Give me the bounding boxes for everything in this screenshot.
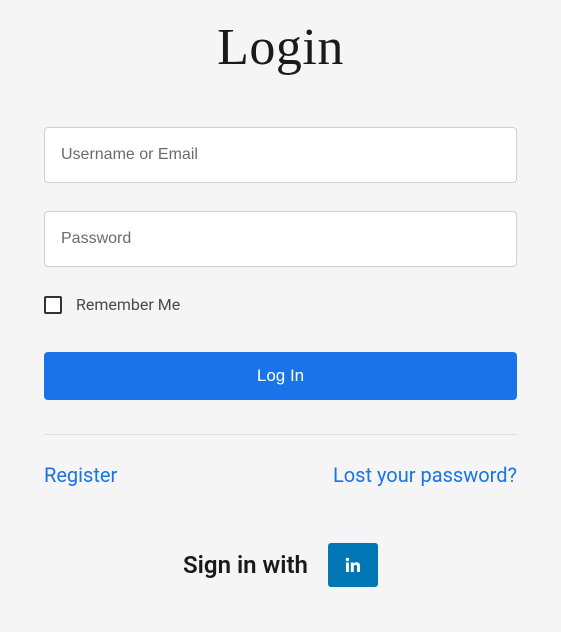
remember-me-checkbox[interactable] [44,296,62,314]
register-link[interactable]: Register [44,463,117,487]
social-signin-label: Sign in with [183,551,308,579]
username-input[interactable] [44,127,517,183]
login-button[interactable]: Log In [44,352,517,400]
remember-me-label[interactable]: Remember Me [76,295,180,314]
linkedin-signin-button[interactable] [328,543,378,587]
lost-password-link[interactable]: Lost your password? [333,463,517,487]
linkedin-icon [343,555,363,575]
page-title: Login [44,0,517,127]
divider [44,434,517,435]
password-input[interactable] [44,211,517,267]
